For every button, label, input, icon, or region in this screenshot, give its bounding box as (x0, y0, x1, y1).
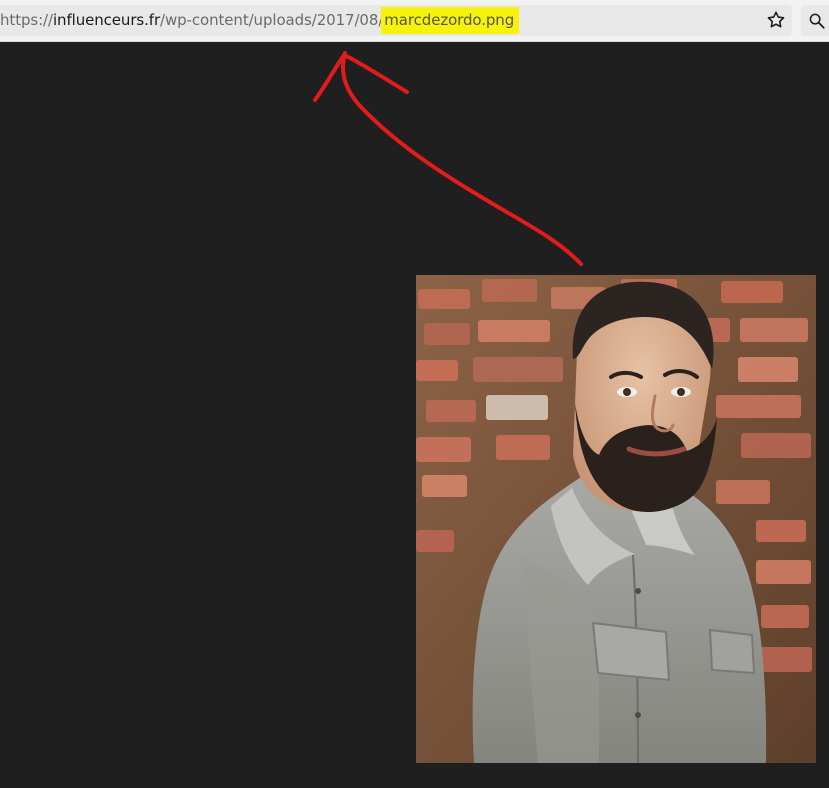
image-viewer-page: https://influenceurs.fr/wp-content/uploa… (0, 0, 829, 788)
star-icon (767, 11, 785, 28)
address-bar[interactable]: https://influenceurs.fr/wp-content/uploa… (0, 5, 792, 36)
url-text[interactable]: https://influenceurs.fr/wp-content/uploa… (0, 7, 520, 34)
highlighted-filename: marcdezordo.png (381, 7, 520, 34)
bookmark-button[interactable] (764, 8, 788, 32)
url-domain: influenceurs.fr (52, 11, 161, 29)
search-button[interactable] (801, 5, 829, 36)
portrait-image (416, 275, 816, 763)
browser-toolbar: https://influenceurs.fr/wp-content/uploa… (0, 0, 829, 42)
portrait-photo (416, 275, 816, 763)
search-icon (809, 13, 825, 29)
url-path: /wp-content/uploads/2017/08/ (160, 11, 384, 29)
url-prefix: https:// (0, 11, 53, 29)
